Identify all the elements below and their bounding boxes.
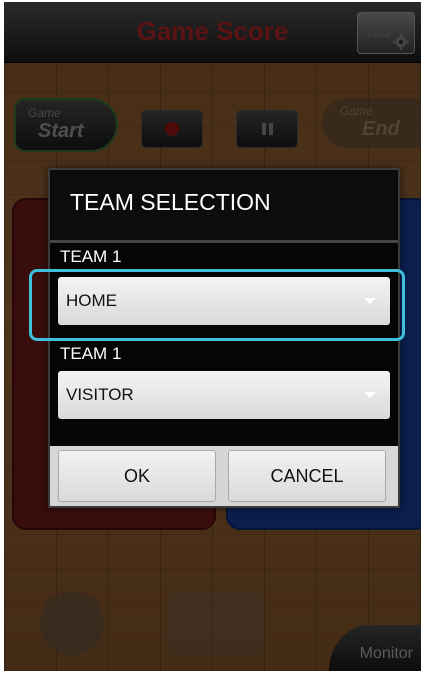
- settings-button-label: 123: [364, 22, 390, 41]
- dialog-header: TEAM SELECTION: [50, 170, 398, 240]
- app-screen: Game Score 123 Game Start Game End Monit…: [4, 2, 421, 671]
- team2-select-value: VISITOR: [66, 385, 134, 404]
- cancel-button[interactable]: CANCEL: [228, 450, 386, 502]
- top-bar: Game Score 123: [4, 2, 421, 63]
- team2-label: TEAM 1: [60, 344, 122, 363]
- team2-select[interactable]: VISITOR: [58, 371, 390, 419]
- team-selection-dialog: TEAM SELECTION TEAM 1 HOME TEAM 1 VISITO…: [29, 168, 405, 508]
- dialog-button-bar: OK CANCEL: [50, 446, 398, 506]
- dialog-body: TEAM 1 HOME TEAM 1 VISITOR: [29, 243, 405, 446]
- chevron-down-icon: [364, 392, 376, 398]
- gear-icon: [393, 34, 409, 50]
- team1-label: TEAM 1: [60, 247, 122, 266]
- ok-button[interactable]: OK: [58, 450, 216, 502]
- score-settings-button[interactable]: 123: [357, 12, 415, 54]
- dialog-title: TEAM SELECTION: [70, 189, 271, 215]
- focus-highlight: [29, 269, 405, 341]
